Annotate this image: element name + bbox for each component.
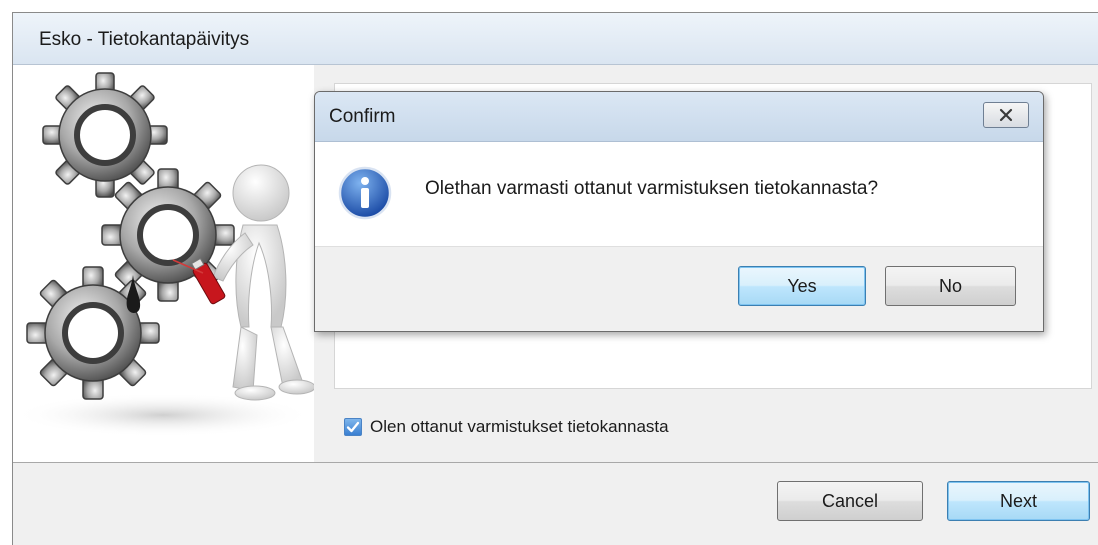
confirm-titlebar[interactable]: Confirm <box>315 92 1043 142</box>
backup-checkbox[interactable] <box>344 418 362 436</box>
confirm-message: Olethan varmasti ottanut varmistuksen ti… <box>425 178 879 199</box>
backup-checkbox-label: Olen ottanut varmistukset tietokannasta <box>370 417 669 436</box>
check-icon <box>346 421 360 433</box>
confirm-body: Olethan varmasti ottanut varmistuksen ti… <box>315 142 1043 247</box>
wizard-title: Esko - Tietokantapäivitys <box>39 29 250 50</box>
next-button[interactable]: Next <box>947 481 1090 521</box>
yes-button[interactable]: Yes <box>738 266 866 306</box>
backup-confirm-row[interactable]: Olen ottanut varmistukset tietokannasta <box>344 415 669 439</box>
gears-illustration <box>13 72 314 437</box>
wizard-side-panel <box>13 65 314 462</box>
cancel-button[interactable]: Cancel <box>777 481 923 521</box>
wizard-titlebar[interactable]: Esko - Tietokantapäivitys <box>13 13 1098 65</box>
info-icon <box>338 166 392 220</box>
no-button[interactable]: No <box>885 266 1016 306</box>
close-icon <box>999 108 1013 122</box>
wizard-button-bar: Cancel Next <box>13 462 1098 545</box>
close-button[interactable] <box>983 102 1029 128</box>
confirm-title: Confirm <box>329 106 396 127</box>
confirm-dialog: Confirm Olethan varmasti ottanut varmist… <box>314 91 1044 332</box>
